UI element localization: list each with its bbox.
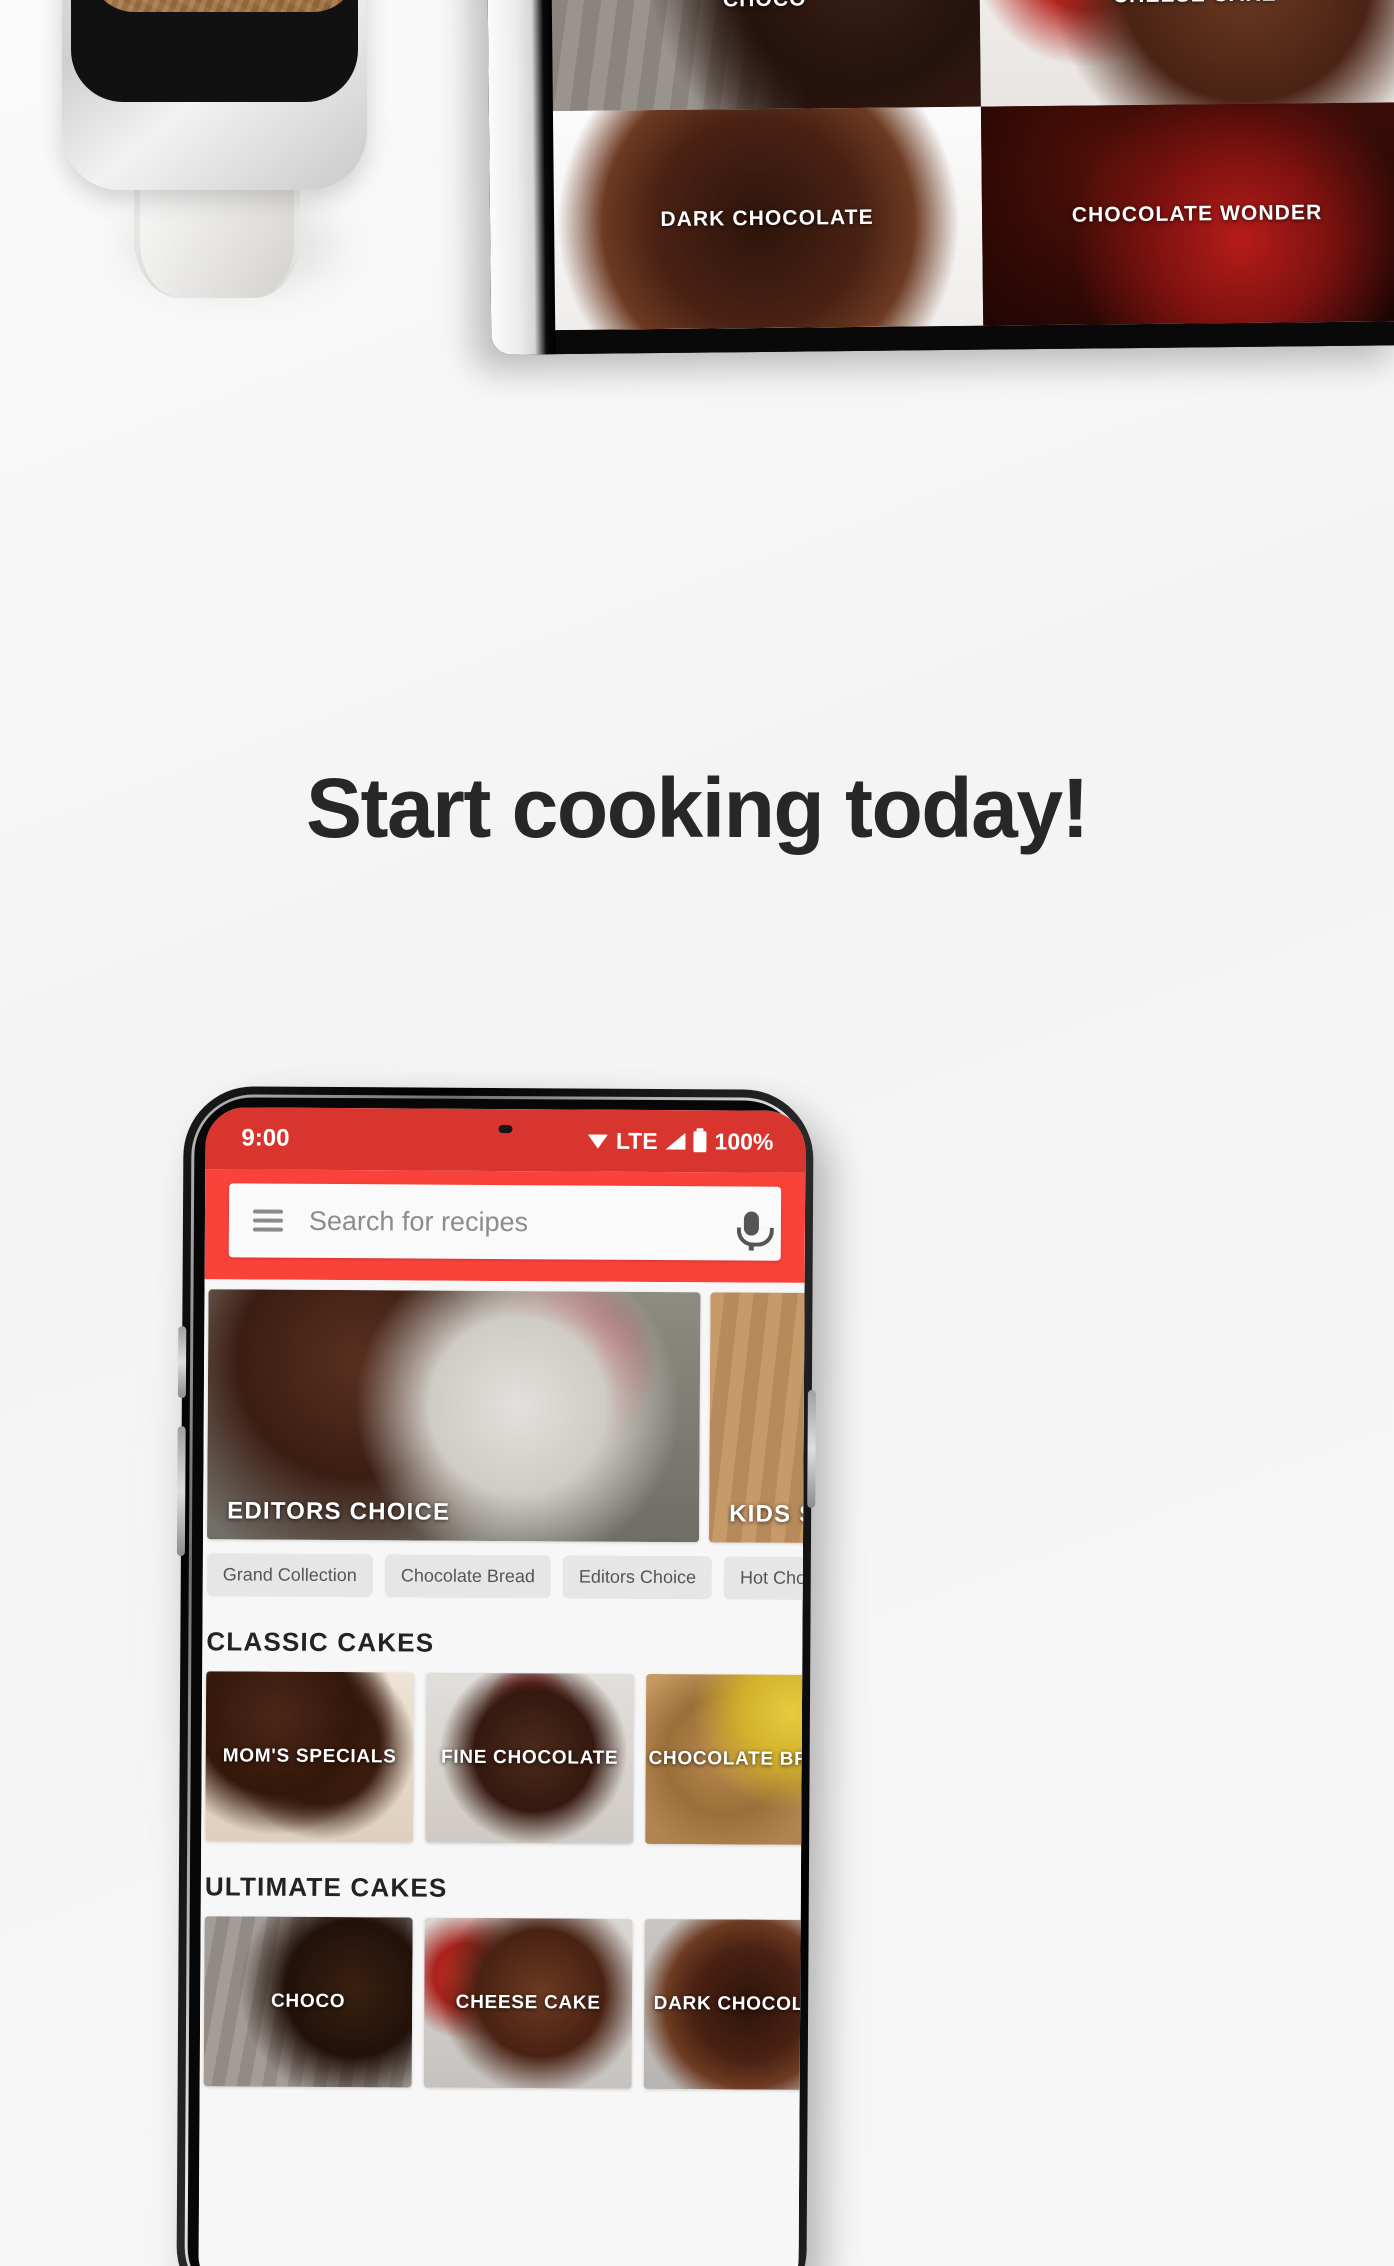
card-dark-chocolate[interactable]: DARK CHOCOLATE — [643, 1918, 806, 2091]
tablet-tile-choco[interactable]: CHOCO — [548, 0, 981, 112]
chip-chocolate-bread[interactable]: Chocolate Bread — [384, 1554, 552, 1599]
tablet-tile-label: DARK CHOCOLATE — [660, 205, 874, 231]
battery-percent-label: 100% — [714, 1127, 774, 1155]
card-choco[interactable]: CHOCO — [203, 1916, 413, 2088]
card-moms-specials[interactable]: MOM'S SPECIALS — [205, 1671, 415, 1843]
watch-case: Chocolate Bread — [62, 0, 367, 190]
tablet-tile-chocolate-wonder[interactable]: CHOCOLATE WONDER — [980, 102, 1394, 326]
microphone-icon[interactable] — [743, 1211, 760, 1236]
status-bar: 9:00 LTE 100% — [205, 1107, 806, 1173]
phone-mockup: 9:00 LTE 100% Search for recipes EDITORS… — [176, 1086, 816, 2266]
tablet-tile-label: CHEESE CAKE — [980, 0, 1394, 9]
watch-bezel: Chocolate Bread — [71, 0, 358, 102]
status-time: 9:00 — [241, 1124, 290, 1152]
card-label: CHEESE CAKE — [455, 1991, 601, 2014]
ultimate-cakes-row[interactable]: CHOCO CHEESE CAKE DARK CHOCOLATE — [200, 1916, 806, 2091]
card-chocolate-bread[interactable]: CHOCOLATE BREAD — [645, 1673, 806, 1846]
signal-icon — [666, 1133, 686, 1150]
card-fine-chocolate[interactable]: FINE CHOCOLATE — [425, 1672, 635, 1844]
tablet-tile-cheese-cake[interactable]: CHEESE CAKE — [978, 0, 1394, 107]
page-title: Start cooking today! — [305, 761, 1090, 855]
volume-down-button[interactable] — [176, 1426, 186, 1557]
hero-carousel[interactable]: EDITORS CHOICE KIDS SPOT — [203, 1289, 806, 1544]
classic-cakes-row[interactable]: MOM'S SPECIALS FINE CHOCOLATE CHOCOLATE … — [201, 1671, 806, 1846]
network-type-label: LTE — [615, 1127, 658, 1154]
wifi-icon — [588, 1133, 608, 1149]
status-indicators: LTE 100% — [588, 1127, 774, 1155]
search-input[interactable]: Search for recipes — [283, 1205, 744, 1239]
phone-speaker — [498, 1125, 513, 1134]
watch-screen: Chocolate Bread — [90, 0, 357, 12]
tablet-mockup: CHOCO CHEESE CAKE DARK CHOCOLATE CHOCOLA… — [486, 0, 1394, 355]
section-title-ultimate-cakes: ULTIMATE CAKES — [204, 1871, 448, 1903]
card-label: CHOCOLATE BREAD — [648, 1747, 806, 1771]
tablet-left-edge — [486, 0, 556, 355]
hero-card-editors-choice[interactable]: EDITORS CHOICE — [206, 1289, 701, 1543]
watch-food-photo — [90, 0, 357, 12]
tablet-tile-dark-chocolate[interactable]: DARK CHOCOLATE — [550, 106, 984, 331]
app-toolbar: Search for recipes — [204, 1169, 806, 1283]
hero-card-label: KIDS SPOT — [729, 1500, 806, 1529]
smartwatch-mockup: Chocolate Bread — [62, 0, 392, 360]
card-label: CHOCO — [270, 1990, 346, 2013]
chip-grand-collection[interactable]: Grand Collection — [206, 1553, 373, 1598]
card-cheese-cake[interactable]: CHEESE CAKE — [423, 1917, 633, 2089]
hamburger-menu-icon[interactable] — [252, 1205, 284, 1237]
card-label: FINE CHOCOLATE — [440, 1746, 619, 1769]
card-label: DARK CHOCOLATE — [653, 1992, 806, 2016]
chip-row[interactable]: Grand Collection Chocolate Bread Editors… — [203, 1539, 806, 1601]
hero-card-label: EDITORS CHOICE — [227, 1497, 451, 1526]
section-title-classic-cakes: CLASSIC CAKES — [206, 1626, 435, 1658]
tablet-tile-label: CHOCO — [550, 0, 980, 14]
phone-screen: 9:00 LTE 100% Search for recipes EDITORS… — [198, 1107, 806, 2266]
hero-card-kids-spot[interactable]: KIDS SPOT — [708, 1292, 806, 1544]
chip-hot-chocolate[interactable]: Hot Chocolate — [723, 1556, 806, 1601]
promo-screenshot: Chocolate Bread CHOCO CHEESE CAKE DARK C… — [0, 0, 1394, 2266]
power-button[interactable] — [807, 1389, 816, 1508]
chip-editors-choice[interactable]: Editors Choice — [562, 1555, 713, 1600]
search-bar[interactable]: Search for recipes — [228, 1183, 782, 1261]
card-label: MOM'S SPECIALS — [222, 1745, 397, 1768]
volume-up-button[interactable] — [177, 1326, 187, 1399]
app-content: EDITORS CHOICE KIDS SPOT Grand Collectio… — [198, 1279, 806, 2266]
tablet-screen: CHOCO CHEESE CAKE DARK CHOCOLATE CHOCOLA… — [548, 0, 1394, 331]
battery-icon — [693, 1130, 707, 1152]
tablet-tile-label: CHOCOLATE WONDER — [1071, 200, 1323, 227]
